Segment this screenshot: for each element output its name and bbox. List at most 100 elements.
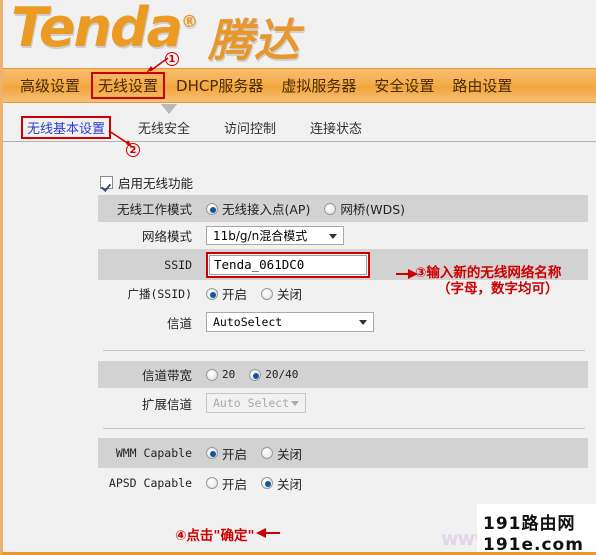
radio-label: 20/40 xyxy=(265,368,299,381)
extended-channel-select[interactable]: Auto Select xyxy=(206,393,306,413)
radio-apsd-off[interactable]: 关闭 xyxy=(261,474,302,493)
radio-dot-icon xyxy=(261,447,274,459)
label-channel-bandwidth: 信道带宽 xyxy=(141,368,192,383)
nav-item-dhcp-server[interactable]: DHCP服务器 xyxy=(167,73,272,98)
ssid-control xyxy=(206,251,370,278)
channel-control: AutoSelect xyxy=(206,312,374,332)
nav-label: DHCP服务器 xyxy=(176,77,264,95)
radio-broadcast-on[interactable]: 开启 xyxy=(206,284,247,303)
row-extended-channel: 扩展信道 Auto Select xyxy=(98,388,588,418)
annotation-3-line1: ③输入新的无线网络名称 xyxy=(415,265,562,281)
row-channel-bandwidth: 信道带宽 20 20/40 xyxy=(98,361,588,388)
radio-label: 关闭 xyxy=(277,476,303,492)
annotation-1-number: 1 xyxy=(165,52,179,66)
radio-label: 关闭 xyxy=(277,446,303,462)
main-navigation-bar: 高级设置 无线设置 DHCP服务器 虚拟服务器 安全设置 路由设置 xyxy=(3,68,596,103)
annotation-3: ③输入新的无线网络名称 （字母，数字均可） xyxy=(415,265,561,297)
form-rows-group-3: WMM Capable 开启 关闭 APSD Capable 开启 关闭 xyxy=(98,438,588,498)
label-wmm-capable: WMM Capable xyxy=(115,446,192,460)
site-watermark: 191路由网 191e.com xyxy=(477,504,596,555)
radio-group-channel-bandwidth: 20 20/40 xyxy=(206,368,312,381)
radio-dot-icon xyxy=(261,477,274,489)
nav-label: 虚拟服务器 xyxy=(281,77,357,95)
annotation-4-arrow-icon xyxy=(256,528,280,538)
radio-label: 开启 xyxy=(222,287,248,302)
nav-item-routing-settings[interactable]: 路由设置 xyxy=(443,73,521,98)
logo-wordmark: Tenda xyxy=(11,0,183,59)
label-network-mode: 网络模式 xyxy=(141,229,192,244)
radio-wmm-off[interactable]: 关闭 xyxy=(261,444,302,463)
chevron-down-icon xyxy=(359,320,367,325)
tab-wireless-security[interactable]: 无线安全 xyxy=(121,117,207,138)
wireless-basic-settings-form: 启用无线功能 无线工作模式 无线接入点(AP) 网桥(WDS) 网络模式 11b… xyxy=(3,143,596,552)
network-mode-value: 11b/g/n混合模式 xyxy=(213,229,308,243)
tab-wireless-basic-settings[interactable]: 无线基本设置 xyxy=(21,116,112,139)
radio-group-apsd: 开启 关闭 xyxy=(206,474,316,493)
label-extended-channel: 扩展信道 xyxy=(141,396,192,412)
radio-dot-icon xyxy=(324,202,337,215)
nav-label: 无线设置 xyxy=(98,77,159,95)
network-mode-control: 11b/g/n混合模式 xyxy=(206,226,344,245)
enable-wireless-label: 启用无线功能 xyxy=(118,176,194,191)
nav-item-security-settings[interactable]: 安全设置 xyxy=(365,73,443,98)
channel-select[interactable]: AutoSelect xyxy=(206,312,374,332)
ssid-highlight-box xyxy=(206,251,370,278)
radio-work-mode-ap[interactable]: 无线接入点(AP) xyxy=(206,199,310,218)
annotation-2: 2 xyxy=(126,142,140,157)
enable-wireless-checkbox[interactable] xyxy=(100,176,113,189)
channel-value: AutoSelect xyxy=(213,315,283,329)
sub-nav-items: 无线基本设置 无线安全 访问控制 连接状态 xyxy=(3,114,596,141)
trademark-icon: ® xyxy=(181,12,199,32)
row-wireless-work-mode: 无线工作模式 无线接入点(AP) 网桥(WDS) xyxy=(98,195,588,222)
radio-label: 关闭 xyxy=(277,287,303,302)
row-apsd-capable: APSD Capable 开启 关闭 xyxy=(98,468,588,498)
nav-item-advanced-settings[interactable]: 高级设置 xyxy=(11,73,89,98)
tab-label: 无线安全 xyxy=(138,122,191,137)
radio-dot-icon xyxy=(249,368,262,381)
radio-dot-icon xyxy=(261,287,274,300)
main-nav-items: 高级设置 无线设置 DHCP服务器 虚拟服务器 安全设置 路由设置 xyxy=(3,69,596,102)
page-header: Tenda® 腾达 xyxy=(3,0,596,68)
watermark-line-2: 191e.com xyxy=(483,535,584,555)
radio-bandwidth-20-40[interactable]: 20/40 xyxy=(249,368,298,381)
row-channel: 信道 AutoSelect xyxy=(98,307,588,337)
radio-bandwidth-20[interactable]: 20 xyxy=(206,368,235,381)
row-wmm-capable: WMM Capable 开启 关闭 xyxy=(98,438,588,468)
radio-dot-icon xyxy=(206,477,218,489)
radio-group-wmm: 开启 关闭 xyxy=(206,444,316,463)
radio-group-broadcast-ssid: 开启 关闭 xyxy=(206,284,316,303)
tab-access-control[interactable]: 访问控制 xyxy=(207,117,293,138)
ssid-input[interactable] xyxy=(209,254,367,275)
radio-wmm-on[interactable]: 开启 xyxy=(206,444,247,463)
logo-chinese-name: 腾达 xyxy=(208,14,301,67)
tab-label: 访问控制 xyxy=(224,122,277,137)
radio-label: 无线接入点(AP) xyxy=(222,202,311,217)
radio-broadcast-off[interactable]: 关闭 xyxy=(261,284,302,303)
row-network-mode: 网络模式 11b/g/n混合模式 xyxy=(98,222,588,249)
section-divider-2 xyxy=(103,428,585,429)
label-ssid: SSID xyxy=(164,257,192,272)
radio-apsd-on[interactable]: 开启 xyxy=(206,474,247,493)
label-wireless-work-mode: 无线工作模式 xyxy=(116,202,192,217)
label-apsd-capable: APSD Capable xyxy=(108,476,192,490)
extended-channel-value: Auto Select xyxy=(213,396,290,410)
nav-item-wireless-settings[interactable]: 无线设置 xyxy=(91,72,166,99)
network-mode-select[interactable]: 11b/g/n混合模式 xyxy=(206,226,344,245)
router-admin-window: Tenda® 腾达 高级设置 无线设置 DHCP服务器 虚拟服务器 安全设置 路… xyxy=(0,0,596,555)
radio-dot-icon xyxy=(206,287,218,300)
tab-connection-status[interactable]: 连接状态 xyxy=(293,117,379,138)
annotation-2-number: 2 xyxy=(126,143,140,157)
extended-channel-control: Auto Select xyxy=(206,393,306,413)
tab-label: 连接状态 xyxy=(310,122,363,137)
watermark-line-1: 191路由网 xyxy=(483,514,576,534)
radio-work-mode-wds[interactable]: 网桥(WDS) xyxy=(324,199,405,218)
radio-dot-icon xyxy=(206,202,218,215)
section-divider-1 xyxy=(103,350,585,351)
nav-label: 安全设置 xyxy=(374,77,435,95)
chevron-down-icon xyxy=(329,234,337,239)
radio-label: 开启 xyxy=(222,476,248,492)
radio-group-work-mode: 无线接入点(AP) 网桥(WDS) xyxy=(206,199,419,218)
nav-item-virtual-server[interactable]: 虚拟服务器 xyxy=(272,73,365,98)
annotation-1: 1 xyxy=(165,51,179,66)
tab-label: 无线基本设置 xyxy=(27,122,106,137)
